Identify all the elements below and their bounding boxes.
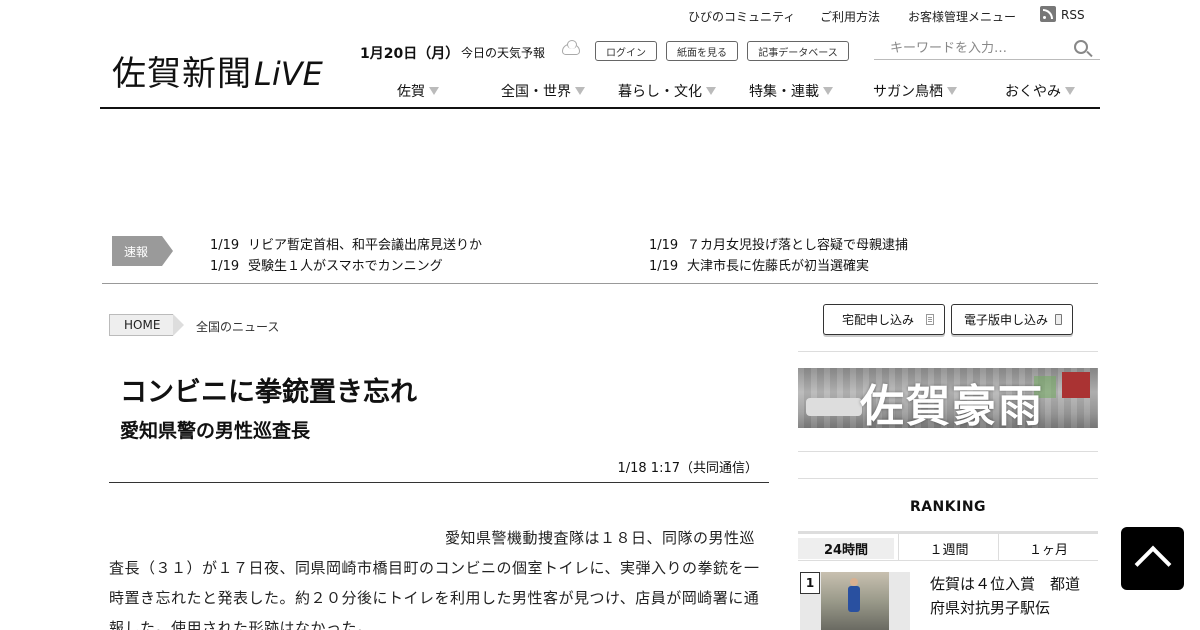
nav-label: 暮らし・文化 (618, 84, 702, 100)
ranking-tabs: 24時間 １週間 １ヶ月 (798, 531, 1098, 561)
rss-icon[interactable] (1040, 6, 1056, 22)
digital-subscription-button[interactable]: 電子版申し込み (951, 304, 1073, 335)
login-button[interactable]: ログイン (595, 41, 657, 61)
search-icon[interactable] (1074, 40, 1088, 54)
chevron-down-icon (947, 87, 957, 95)
util-link-account[interactable]: お客様管理メニュー (908, 8, 1016, 24)
nav-item-sagan-tosu[interactable]: サガン鳥栖 (873, 81, 957, 101)
back-to-top-button[interactable] (1121, 527, 1184, 590)
sidebar-divider (798, 478, 1098, 479)
sign-shape (1062, 372, 1090, 398)
chevron-up-icon (1134, 545, 1172, 583)
news-date: 1/19 (649, 238, 679, 253)
util-link-community[interactable]: ひびのコミュニティ (688, 8, 795, 24)
article-subhead: 愛知県警の男性巡査長 (120, 420, 311, 442)
ranking-item[interactable]: 1 佐賀は４位入賞 都道府県対抗男子駅伝 (798, 570, 1098, 630)
util-link-howto[interactable]: ご利用方法 (820, 8, 880, 24)
current-date: 1月20日（月） (360, 46, 460, 62)
news-title: 大津市長に佐藤氏が初当選確実 (687, 259, 870, 274)
ranking-title: RANKING (909, 499, 987, 515)
search-input[interactable] (890, 39, 1070, 57)
chevron-down-icon (706, 87, 716, 95)
article-headline: コンビニに拳銃置き忘れ (120, 377, 417, 408)
news-title: 受験生１人がスマホでカンニング (248, 259, 443, 274)
chevron-down-icon (1065, 87, 1075, 95)
breaking-news-item[interactable]: 1/19 リビア暫定首相、和平会議出席見送りか (210, 234, 482, 253)
document-icon (926, 314, 934, 325)
nav-label: 特集・連載 (749, 84, 819, 100)
weather-link[interactable]: 今日の天気予報 (461, 44, 545, 61)
saga-heavy-rain-banner[interactable]: 佐賀豪雨 (798, 368, 1098, 428)
breaking-news-item[interactable]: 1/19 受験生１人がスマホでカンニング (210, 255, 443, 274)
cloud-icon[interactable] (562, 40, 580, 55)
tab-1week[interactable]: １週間 (899, 538, 999, 559)
breaking-news-item[interactable]: 1/19 ７カ月女児投げ落とし容疑で母親逮捕 (649, 234, 908, 253)
article-divider (109, 482, 769, 483)
nav-item-saga[interactable]: 佐賀 (397, 81, 439, 101)
nav-divider (100, 107, 1100, 109)
nav-item-features[interactable]: 特集・連載 (749, 81, 833, 101)
news-date: 1/19 (210, 259, 240, 274)
banner-title: 佐賀豪雨 (860, 381, 1044, 428)
news-title: ７カ月女児投げ落とし容疑で母親逮捕 (687, 238, 909, 253)
nav-item-obituaries[interactable]: おくやみ (1005, 81, 1075, 101)
home-delivery-button[interactable]: 宅配申し込み (823, 304, 945, 335)
runner-figure (848, 578, 860, 612)
news-title: リビア暫定首相、和平会議出席見送りか (248, 238, 483, 253)
chevron-down-icon (429, 87, 439, 95)
smartphone-icon (1055, 314, 1062, 325)
view-paper-button[interactable]: 紙面を見る (666, 41, 738, 61)
breadcrumb-home[interactable]: HOME (109, 314, 184, 336)
button-label: 電子版申し込み (964, 313, 1049, 327)
car-shape (806, 398, 862, 416)
nav-item-culture[interactable]: 暮らし・文化 (618, 81, 716, 101)
nav-label: おくやみ (1005, 84, 1061, 100)
sidebar-divider (798, 351, 1098, 352)
ranking-number: 1 (800, 572, 820, 594)
article-database-button[interactable]: 記事データベース (747, 41, 849, 61)
breadcrumb-current: 全国のニュース (196, 320, 280, 334)
tab-24h[interactable]: 24時間 (798, 538, 894, 559)
nav-label: 全国・世界 (501, 84, 571, 100)
news-date: 1/19 (210, 238, 240, 253)
news-date: 1/19 (649, 259, 679, 274)
button-label: 宅配申し込み (842, 313, 915, 327)
nav-item-national[interactable]: 全国・世界 (501, 81, 585, 101)
search-box (874, 37, 1100, 60)
article-body: 愛知県警機動捜査隊は１８日、同隊の男性巡査長（３１）が１７日夜、同県岡崎市橋目町… (109, 529, 760, 630)
chevron-down-icon (823, 87, 833, 95)
breaking-divider (102, 283, 1098, 284)
nav-label: 佐賀 (397, 84, 425, 100)
main-nav: 佐賀 全国・世界 暮らし・文化 特集・連載 サガン鳥栖 おくやみ (0, 81, 1200, 101)
sidebar-divider (798, 451, 1098, 452)
tab-1month[interactable]: １ヶ月 (999, 538, 1098, 559)
ranking-title-text: 佐賀は４位入賞 都道府県対抗男子駅伝 (930, 575, 1081, 617)
breaking-news-item[interactable]: 1/19 大津市長に佐藤氏が初当選確実 (649, 255, 869, 274)
rss-link[interactable]: RSS (1061, 8, 1085, 24)
article-timestamp: 1/18 1:17（共同通信） (617, 461, 758, 476)
chevron-down-icon (575, 87, 585, 95)
breaking-news-label: 速報 (112, 236, 173, 266)
nav-label: サガン鳥栖 (873, 84, 943, 100)
